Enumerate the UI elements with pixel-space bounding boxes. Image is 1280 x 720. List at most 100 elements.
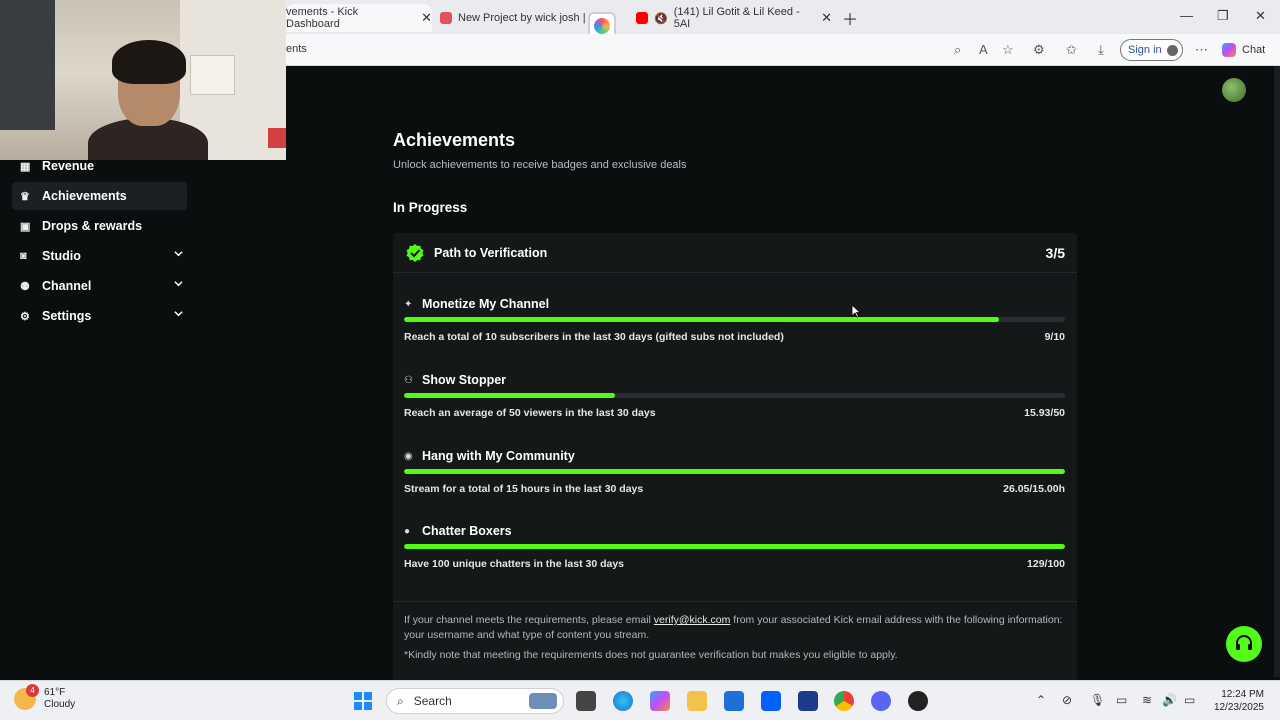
chevron-down-icon[interactable] xyxy=(174,309,183,318)
section-heading: In Progress xyxy=(393,200,468,215)
read-aloud-icon[interactable]: A xyxy=(979,42,988,57)
user-avatar[interactable] xyxy=(1222,78,1246,102)
notification-badge: 4 xyxy=(26,684,39,697)
clock-date: 12/23/2025 xyxy=(1213,702,1264,713)
achievement-item: ✦ Monetize My Channel Reach a total of 1… xyxy=(404,296,1065,343)
card-header[interactable]: Path to Verification 3/5 xyxy=(393,233,1077,273)
sidebar-item-label: Studio xyxy=(42,249,81,263)
viewers-icon: ⚇ xyxy=(404,374,413,386)
tab-label: (141) Lil Gotit & Lil Keed - 5AI xyxy=(673,6,800,30)
note-text-pre: If your channel meets the requirements, … xyxy=(404,614,654,626)
achievement-progress: 26.05/15.00h xyxy=(1003,483,1065,495)
close-tab-icon[interactable]: ✕ xyxy=(821,10,832,26)
verify-email-link[interactable]: verify@kick.com xyxy=(654,614,731,626)
achievement-item: ● Chatter Boxers Have 100 unique chatter… xyxy=(404,523,1065,570)
sign-in-label: Sign in xyxy=(1128,44,1162,56)
verification-disclaimer: *Kindly note that meeting the requiremen… xyxy=(404,649,898,661)
tab-kick-dashboard[interactable]: vements - Kick Dashboard ✕ xyxy=(286,4,432,32)
progress-bar xyxy=(404,317,1065,322)
copilot-app-icon[interactable] xyxy=(650,691,670,711)
close-window-button[interactable]: ✕ xyxy=(1255,8,1266,24)
achievement-progress: 9/10 xyxy=(1044,331,1065,343)
youtube-favicon-icon xyxy=(636,12,648,24)
sparkle-icon: ✦ xyxy=(404,298,413,310)
file-explorer-icon[interactable] xyxy=(687,691,707,711)
start-button-icon[interactable] xyxy=(354,692,372,710)
clock-time: 12:24 PM xyxy=(1221,689,1264,700)
weather-temp: 61°F xyxy=(44,687,66,698)
extensions-icon[interactable]: ⚙ xyxy=(1033,42,1045,58)
download-icon[interactable]: ⤓ xyxy=(1098,42,1104,58)
achievement-item: ◉ Hang with My Community Stream for a to… xyxy=(404,448,1065,495)
progress-bar xyxy=(404,393,1065,398)
sidebar-item-label: Settings xyxy=(42,309,92,323)
dropbox-icon[interactable] xyxy=(761,691,781,711)
achievement-description: Reach an average of 50 viewers in the la… xyxy=(404,407,656,419)
chat-bubble-icon: ● xyxy=(404,525,411,537)
copilot-icon xyxy=(1222,43,1236,57)
tab-youtube[interactable]: 🔇 (141) Lil Gotit & Lil Keed - 5AI ✕ xyxy=(636,4,832,32)
system-clock[interactable]: 12:24 PM 12/23/2025 xyxy=(1208,688,1264,714)
webcam-overlay xyxy=(0,0,286,160)
code-editor-icon[interactable] xyxy=(798,691,818,711)
obs-studio-icon[interactable] xyxy=(908,691,928,711)
headset-icon xyxy=(1236,635,1252,650)
edge-browser-icon[interactable] xyxy=(613,691,633,711)
dashboard-sidebar: ▦ Revenue ♛ Achievements ▣ Drops & rewar… xyxy=(4,152,286,677)
store-app-icon[interactable] xyxy=(724,691,744,711)
weather-widget[interactable]: 4 61°F Cloudy xyxy=(14,684,75,711)
volume-icon[interactable]: 🔊 xyxy=(1162,693,1177,707)
minimize-button[interactable]: — xyxy=(1180,8,1193,23)
page-subtitle: Unlock achievements to receive badges an… xyxy=(393,159,687,171)
sidebar-item-label: Revenue xyxy=(42,159,95,173)
sidebar-item-studio[interactable]: ◙ Studio xyxy=(12,242,187,270)
muted-speaker-icon[interactable]: 🔇 xyxy=(654,12,668,25)
scrollbar[interactable] xyxy=(1274,66,1280,677)
url-text[interactable]: ents xyxy=(286,43,307,55)
revenue-icon: ▦ xyxy=(20,160,31,173)
achievement-name: Show Stopper xyxy=(422,373,507,387)
wifi-icon[interactable]: ≋ xyxy=(1142,693,1152,707)
achievement-progress: 129/100 xyxy=(1027,558,1065,570)
achievement-name: Hang with My Community xyxy=(422,449,575,463)
favorite-star-icon[interactable]: ☆ xyxy=(1002,42,1014,58)
discord-icon[interactable] xyxy=(871,691,891,711)
progress-fill xyxy=(404,544,1065,549)
sign-in-button[interactable]: Sign in xyxy=(1120,39,1183,61)
chevron-down-icon[interactable] xyxy=(174,249,183,258)
achievement-description: Reach a total of 10 subscribers in the l… xyxy=(404,331,784,343)
gear-icon: ⚙ xyxy=(20,310,30,323)
display-icon[interactable]: ▭ xyxy=(1116,693,1127,707)
sidebar-item-label: Channel xyxy=(42,279,92,293)
chrome-browser-icon[interactable] xyxy=(834,691,854,711)
close-tab-icon[interactable]: ✕ xyxy=(421,10,432,26)
project-favicon-icon xyxy=(440,12,452,24)
battery-icon[interactable]: ▭ xyxy=(1184,693,1195,707)
restore-button[interactable]: ❐ xyxy=(1217,8,1229,24)
taskbar-search[interactable]: ⌕ Search xyxy=(386,688,564,714)
card-count: 3/5 xyxy=(1045,245,1065,261)
chat-label: Chat xyxy=(1242,44,1266,56)
cloudy-weather-icon: 4 xyxy=(14,684,39,710)
progress-fill xyxy=(404,317,999,322)
achievement-description: Stream for a total of 15 hours in the la… xyxy=(404,483,644,495)
sidebar-item-channel[interactable]: ⚉ Channel xyxy=(12,272,187,300)
more-menu-icon[interactable]: ⋯ xyxy=(1195,42,1208,58)
sidebar-item-achievements[interactable]: ♛ Achievements xyxy=(12,182,187,210)
zoom-icon[interactable]: ⌕ xyxy=(954,42,961,58)
sidebar-item-drops-rewards[interactable]: ▣ Drops & rewards xyxy=(12,212,187,240)
show-hidden-icons-icon[interactable]: ⌃ xyxy=(1036,693,1046,707)
copilot-chat-button[interactable]: Chat xyxy=(1222,43,1265,57)
gift-icon: ▣ xyxy=(20,220,31,233)
help-chat-button[interactable] xyxy=(1226,626,1262,662)
verified-badge-icon xyxy=(406,244,424,262)
microphone-icon[interactable]: 🎙 xyxy=(1090,693,1105,707)
network-off-icon[interactable]: ⊘ xyxy=(1062,693,1072,707)
chevron-down-icon[interactable] xyxy=(174,279,183,288)
favorites-icon[interactable]: ✩ xyxy=(1066,42,1077,58)
sidebar-item-settings[interactable]: ⚙ Settings xyxy=(12,302,187,330)
new-tab-button[interactable]: ＋ xyxy=(842,6,858,30)
task-view-icon[interactable] xyxy=(576,691,596,711)
achievement-description: Have 100 unique chatters in the last 30 … xyxy=(404,558,625,570)
sidebar-item-label: Drops & rewards xyxy=(42,219,143,233)
